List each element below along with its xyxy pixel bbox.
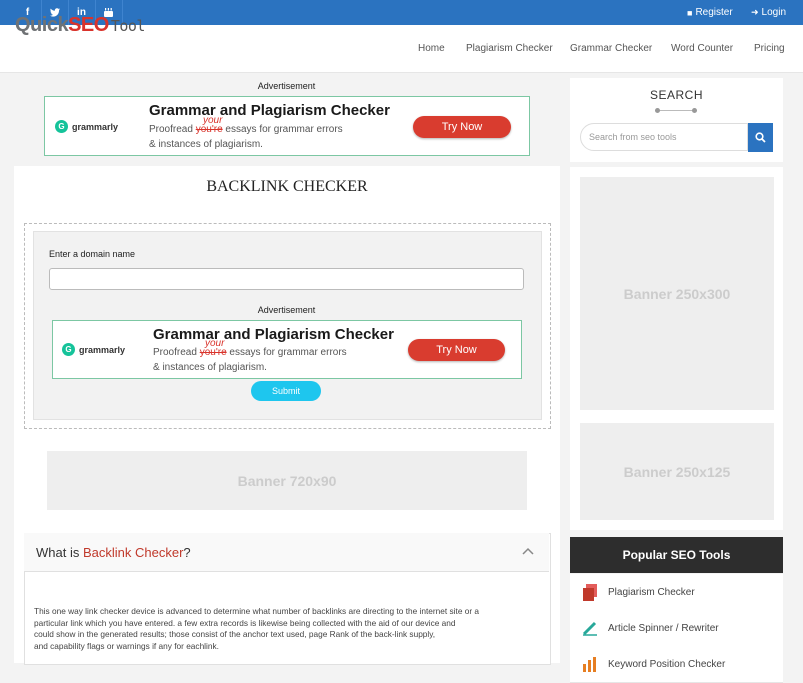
popular-tools-title: Popular SEO Tools (570, 537, 783, 573)
grammarly-g-icon: G (55, 120, 68, 133)
divider-dot (655, 108, 660, 113)
what-highlight: Backlink Checker (82, 545, 184, 560)
banner-250x125: Banner 250x125 (580, 423, 774, 520)
search-divider (655, 110, 697, 111)
divider-dot (692, 108, 697, 113)
popular-tool-keyword-position[interactable]: Keyword Position Checker (570, 646, 783, 683)
chart-icon (582, 655, 598, 673)
nav-plagiarism-checker[interactable]: Plagiarism Checker (466, 25, 553, 72)
domain-field-label: Enter a domain name (49, 249, 136, 259)
nav-grammar-checker[interactable]: Grammar Checker (570, 25, 652, 72)
ad-title-inner: Grammar and Plagiarism Checker (153, 326, 394, 343)
ad-desc-struck: you're (195, 124, 223, 135)
popular-tool-article-spinner[interactable]: Article Spinner / Rewriter (570, 610, 783, 647)
popular-tool-plagiarism[interactable]: Plagiarism Checker (570, 574, 783, 611)
login-link[interactable]: ➜ Login (751, 0, 786, 25)
ad-desc-line2-inner: & instances of plagiarism. (153, 362, 267, 373)
ad-desc-suffix-inner: essays for grammar errors (229, 347, 347, 358)
ad-description: Proofread you're essays for grammar erro… (149, 122, 343, 152)
what-is-title: What is Backlink Checker? (36, 545, 191, 560)
register-label: Register (695, 7, 733, 18)
chevron-up-icon[interactable] (522, 543, 534, 558)
nav-pricing[interactable]: Pricing (754, 25, 785, 72)
ad-try-now-button-inner[interactable]: Try Now (408, 339, 505, 361)
logo-part-seo: SEO (68, 14, 109, 36)
description-line: particular link which you have entered. … (34, 617, 456, 628)
ad-desc-prefix-inner: Proofread (153, 347, 197, 358)
grammarly-g-icon-inner: G (62, 343, 75, 356)
grammarly-ad-top[interactable]: G grammarly Grammar and Plagiarism Check… (44, 96, 530, 156)
domain-input[interactable] (49, 268, 524, 290)
login-label: Login (761, 7, 787, 18)
pencil-icon (582, 619, 598, 637)
grammarly-brand-inner: grammarly (79, 344, 126, 355)
search-title: SEARCH (649, 88, 703, 102)
description-line: This one way link checker device is adva… (34, 606, 480, 616)
banner-250x300: Banner 250x300 (580, 177, 774, 410)
popular-tool-label: Keyword Position Checker (608, 658, 726, 670)
page-title: BACKLINK CHECKER (206, 178, 368, 195)
advertisement-label: Advertisement (257, 81, 316, 91)
popular-tool-label: Article Spinner / Rewriter (608, 622, 719, 634)
grammarly-brand: grammarly (72, 121, 119, 132)
popular-tool-label: Plagiarism Checker (608, 586, 695, 598)
logo-part-quick: Quick (15, 14, 69, 36)
ad-desc-suffix: essays for grammar errors (225, 124, 343, 135)
description-line: and capability flags or warnings if any … (34, 640, 219, 651)
ad-desc-line2: & instances of plagiarism. (149, 139, 263, 150)
document-icon (582, 583, 598, 601)
what-suffix: ? (183, 545, 191, 560)
submit-button[interactable]: Submit (251, 381, 321, 401)
description-text: This one way link checker device is adva… (34, 606, 539, 652)
ad-desc-prefix: Proofread (149, 124, 193, 135)
site-logo[interactable]: QuickSEO Tool (15, 14, 145, 37)
sign-in-icon: ➜ (751, 7, 759, 17)
register-link[interactable]: ■ Register (687, 0, 733, 25)
what-prefix: What is (36, 545, 83, 560)
search-button[interactable] (748, 123, 773, 152)
logo-part-tool: Tool (110, 17, 146, 35)
nav-home[interactable]: Home (418, 25, 445, 72)
nav-word-counter[interactable]: Word Counter (671, 25, 733, 72)
search-input[interactable]: Search from seo tools (580, 123, 748, 151)
ad-title: Grammar and Plagiarism Checker (149, 102, 390, 119)
ad-description-inner: Proofread you're essays for grammar erro… (153, 345, 347, 375)
grammarly-ad-inner[interactable]: G grammarly Grammar and Plagiarism Check… (52, 320, 522, 379)
advertisement-label-inner: Advertisement (257, 305, 316, 315)
user-icon: ■ (687, 7, 693, 18)
banner-728: Banner 720x90 (47, 451, 527, 510)
description-line: could show in the generated results; tho… (34, 629, 436, 639)
search-icon (755, 132, 766, 143)
ad-desc-struck-inner: you're (199, 347, 227, 358)
grammarly-logo: G grammarly (55, 120, 118, 133)
grammarly-logo-inner: G grammarly (62, 343, 125, 356)
ad-try-now-button[interactable]: Try Now (413, 116, 511, 138)
